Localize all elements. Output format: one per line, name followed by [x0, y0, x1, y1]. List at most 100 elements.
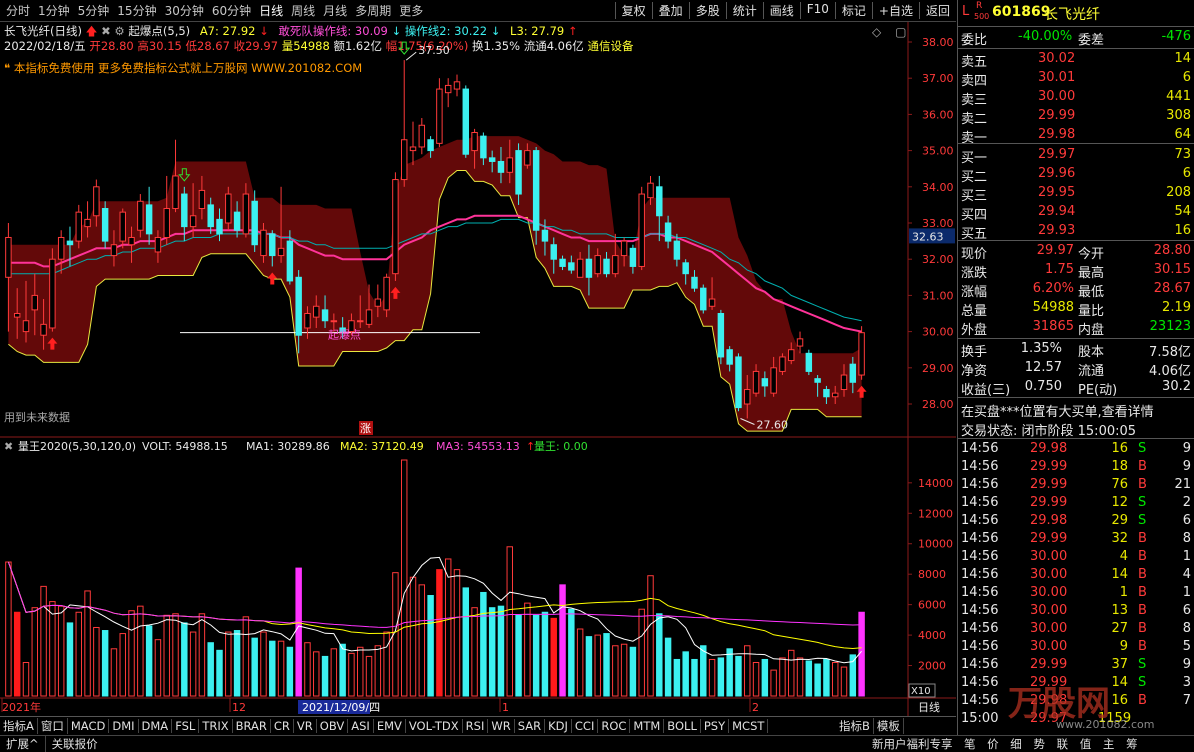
volume-bar[interactable]: [137, 605, 144, 697]
volume-bar[interactable]: [568, 608, 575, 697]
candle-body[interactable]: [770, 367, 777, 394]
volume-bar[interactable]: [31, 607, 39, 697]
candle-body[interactable]: [277, 247, 285, 257]
volume-bar[interactable]: [277, 640, 285, 697]
volume-bar[interactable]: [40, 585, 47, 697]
volume-bar[interactable]: [673, 658, 681, 697]
volume-bar[interactable]: [735, 655, 742, 697]
candle-body[interactable]: [357, 320, 364, 323]
volume-bar[interactable]: [550, 617, 557, 697]
volume-bar[interactable]: [313, 651, 320, 697]
volume-bar[interactable]: [594, 634, 601, 697]
volume-bar[interactable]: [269, 640, 276, 697]
volume-bar[interactable]: [620, 643, 628, 697]
volume-bar[interactable]: [13, 611, 21, 697]
volume-bar[interactable]: [365, 655, 373, 697]
volume-bar[interactable]: [480, 591, 487, 697]
volume-bar[interactable]: [823, 658, 830, 697]
candle-body[interactable]: [137, 200, 144, 231]
volume-bar[interactable]: [57, 605, 65, 697]
volume-bar[interactable]: [374, 645, 382, 697]
candle-body[interactable]: [304, 313, 311, 329]
indicator-tab[interactable]: PSY: [701, 718, 730, 733]
volume-bar[interactable]: [656, 613, 663, 697]
volume-bar[interactable]: [172, 613, 179, 697]
indicator-tab[interactable]: SAR: [515, 718, 546, 733]
volume-bar[interactable]: [75, 611, 82, 697]
volume-bar[interactable]: [225, 631, 232, 697]
related-quote-button[interactable]: 关联报价: [46, 736, 104, 752]
candle-body[interactable]: [260, 229, 267, 257]
volume-bar[interactable]: [612, 645, 619, 697]
candle-body[interactable]: [568, 262, 575, 271]
volume-bar[interactable]: [260, 631, 267, 697]
volume-bar[interactable]: [629, 646, 637, 697]
volume-bar[interactable]: [444, 558, 452, 697]
candle-body[interactable]: [365, 309, 373, 325]
volume-bar[interactable]: [154, 639, 162, 697]
volume-bar[interactable]: [304, 642, 311, 697]
indicator-tab[interactable]: EMV: [374, 718, 406, 733]
candle-body[interactable]: [110, 244, 118, 257]
indicator-tab[interactable]: 模板: [874, 717, 904, 734]
volume-bar[interactable]: [383, 631, 390, 697]
volume-bar[interactable]: [49, 601, 56, 697]
candle-body[interactable]: [172, 175, 179, 210]
volume-bar[interactable]: [691, 658, 698, 697]
candle-body[interactable]: [559, 258, 566, 267]
indicator-tab[interactable]: MACD: [68, 718, 110, 733]
candle-body[interactable]: [75, 211, 82, 242]
volume-bar[interactable]: [66, 622, 74, 697]
volume-bar[interactable]: [726, 648, 733, 697]
bid-price[interactable]: 29.95: [1038, 185, 1075, 200]
candle-body[interactable]: [119, 211, 126, 242]
candle-body[interactable]: [515, 150, 522, 195]
candle-body[interactable]: [216, 218, 223, 235]
candle-body[interactable]: [189, 215, 197, 228]
indicator-tab[interactable]: DMA: [139, 718, 173, 733]
price-chart[interactable]: 38.00 37.00 36.00 35.00 34.00 33.00 32.00 31.00…: [0, 0, 956, 716]
candle-body[interactable]: [497, 160, 505, 173]
volume-bar[interactable]: [119, 633, 126, 697]
ask-price[interactable]: 30.02: [1038, 51, 1075, 66]
candle-body[interactable]: [524, 150, 531, 166]
candle-body[interactable]: [400, 139, 408, 181]
candle-body[interactable]: [453, 81, 461, 90]
volume-bar[interactable]: [198, 613, 206, 697]
volume-bar[interactable]: [348, 652, 355, 697]
volume-bar[interactable]: [145, 625, 153, 697]
volume-bar[interactable]: [831, 662, 839, 697]
ask-price[interactable]: 30.01: [1038, 70, 1075, 85]
candle-body[interactable]: [541, 229, 549, 242]
candle-body[interactable]: [251, 200, 258, 246]
candle-body[interactable]: [796, 338, 804, 347]
candle-body[interactable]: [682, 262, 689, 275]
candle-body[interactable]: [5, 236, 12, 278]
indicator-tab[interactable]: 指标A: [0, 717, 38, 734]
candle-body[interactable]: [128, 236, 135, 246]
candle-body[interactable]: [163, 208, 170, 238]
bid-price[interactable]: 29.94: [1038, 204, 1075, 219]
candle-body[interactable]: [374, 298, 382, 307]
volume-bar[interactable]: [497, 605, 505, 697]
candle-body[interactable]: [181, 193, 188, 228]
volume-bar[interactable]: [286, 646, 294, 697]
volume-bar[interactable]: [357, 646, 364, 697]
candle-body[interactable]: [612, 255, 619, 275]
volume-bar[interactable]: [181, 622, 188, 697]
volume-bar[interactable]: [418, 584, 426, 697]
indicator-tab[interactable]: RSI: [463, 718, 489, 733]
candle-body[interactable]: [576, 258, 584, 278]
volume-bar[interactable]: [339, 643, 346, 697]
volume-bar[interactable]: [330, 648, 338, 697]
candle-body[interactable]: [427, 139, 434, 152]
candle-body[interactable]: [673, 240, 681, 260]
candle-body[interactable]: [207, 204, 214, 228]
ask-price[interactable]: 30.00: [1038, 89, 1075, 104]
candle-body[interactable]: [409, 146, 417, 152]
volume-bar[interactable]: [101, 630, 109, 697]
candle-body[interactable]: [49, 258, 56, 329]
bid-price[interactable]: 29.97: [1038, 147, 1075, 162]
close-vol-indicator-icon[interactable]: ✖: [4, 440, 13, 453]
candle-body[interactable]: [198, 189, 206, 210]
